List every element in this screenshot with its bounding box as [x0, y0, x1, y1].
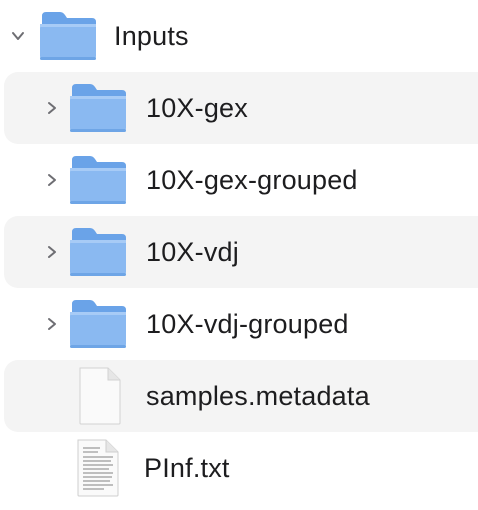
chevron-right-icon[interactable]: [44, 172, 60, 188]
folder-name-label: 10X-gex-grouped: [146, 165, 358, 195]
chevron-right-icon[interactable]: [44, 244, 60, 260]
folder-icon: [38, 10, 98, 62]
file-name-label: PInf.txt: [144, 453, 230, 483]
folder-name-label: 10X-vdj: [146, 237, 239, 267]
folder-icon: [68, 154, 128, 206]
tree-row-10x-vdj-grouped[interactable]: 10X-vdj-grouped: [0, 288, 478, 360]
folder-name-label: 10X-gex: [146, 93, 248, 123]
tree-row-10x-vdj[interactable]: 10X-vdj: [4, 216, 478, 288]
blank-document-icon: [76, 366, 124, 426]
tree-row-samples-metadata[interactable]: samples.metadata: [4, 360, 478, 432]
folder-name-label: 10X-vdj-grouped: [146, 309, 349, 339]
tree-row-10x-gex-grouped[interactable]: 10X-gex-grouped: [0, 144, 478, 216]
chevron-right-icon[interactable]: [44, 100, 60, 116]
folder-icon: [68, 82, 128, 134]
file-tree: Inputs 10X-gex 10X-gex-grouped 10X-vdj 1…: [0, 0, 478, 510]
folder-icon: [68, 298, 128, 350]
tree-row-10x-gex[interactable]: 10X-gex: [4, 72, 478, 144]
folder-name-label: Inputs: [114, 21, 189, 51]
tree-row-inputs[interactable]: Inputs: [0, 0, 478, 72]
tree-row-pinf-txt[interactable]: PInf.txt: [0, 432, 478, 504]
file-name-label: samples.metadata: [146, 381, 370, 411]
chevron-right-icon[interactable]: [44, 316, 60, 332]
folder-icon: [68, 226, 128, 278]
chevron-down-icon[interactable]: [10, 28, 26, 44]
text-document-icon: [74, 438, 122, 498]
